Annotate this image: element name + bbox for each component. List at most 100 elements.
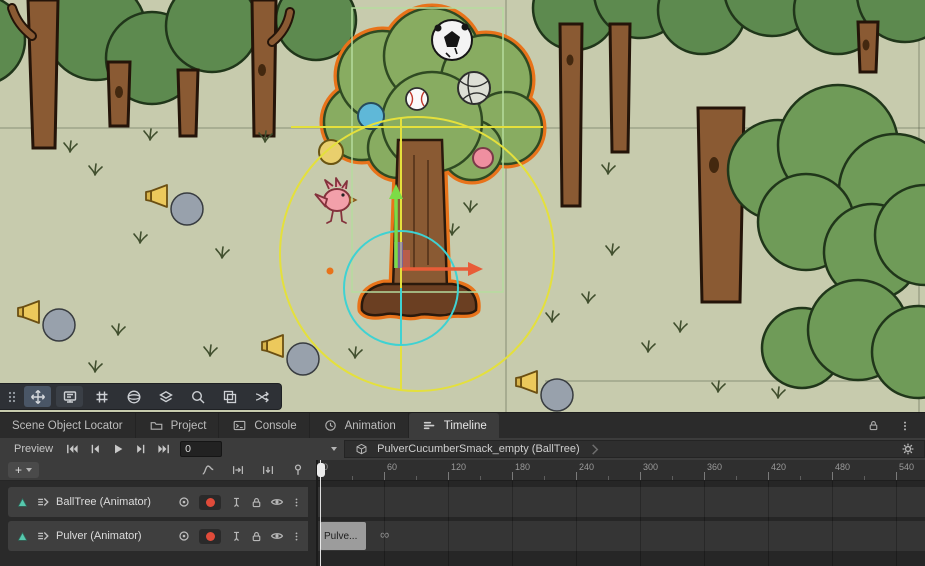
marker-icon[interactable]	[289, 462, 306, 479]
tab-label: Project	[171, 420, 207, 432]
soccer-ball[interactable]	[432, 20, 472, 60]
timeline-body: + BallTree (Animator)	[0, 460, 925, 566]
ruler-tick-label: 120	[451, 462, 466, 472]
scene-viewport[interactable]	[0, 0, 925, 412]
kebab-menu-icon[interactable]	[896, 417, 913, 434]
pin-icon[interactable]	[228, 528, 245, 545]
tab-timeline[interactable]: Timeline	[409, 413, 499, 438]
clip-edit-icon[interactable]	[259, 462, 276, 479]
playhead-handle[interactable]	[317, 463, 325, 477]
kebab-menu-icon[interactable]	[288, 494, 305, 511]
zoom-tool[interactable]	[184, 386, 211, 407]
tab-label: Timeline	[444, 420, 487, 432]
timeline-icon	[421, 417, 438, 434]
tab-label: Scene Object Locator	[12, 420, 123, 432]
grid-tool[interactable]	[88, 386, 115, 407]
ruler-tick-label: 300	[643, 462, 658, 472]
render-mode-tool[interactable]	[216, 386, 243, 407]
pink-ball[interactable]	[473, 148, 493, 168]
timeline-asset-icon	[353, 441, 370, 458]
scene-view[interactable]	[0, 0, 925, 412]
frame-value: 0	[185, 443, 191, 455]
eye-icon[interactable]	[268, 528, 285, 545]
kebab-menu-icon[interactable]	[288, 528, 305, 545]
track-header-balltree[interactable]: BallTree (Animator)	[8, 487, 308, 517]
curves-icon[interactable]	[199, 462, 216, 479]
ruler-major-ticks	[320, 472, 925, 480]
animator-icon	[34, 528, 51, 545]
record-dot	[206, 532, 215, 541]
ruler-tick-label: 60	[387, 462, 397, 472]
track-lane-balltree[interactable]	[318, 487, 925, 517]
ruler-tick-label: 540	[899, 462, 914, 472]
breadcrumb-text: PulverCucumberSmack_empty (BallTree)	[377, 443, 580, 455]
tab-project[interactable]: Project	[136, 413, 220, 438]
ruler-tick-label: 480	[835, 462, 850, 472]
editor-window: Scene Object Locator Project Console Ani…	[0, 0, 925, 566]
lock-icon[interactable]	[865, 417, 882, 434]
binding-icon[interactable]	[175, 494, 192, 511]
timeline-ruler[interactable]: 0 60 120 180 240 300 360 420 480 540	[318, 460, 925, 481]
clock-icon	[322, 417, 339, 434]
tab-label: Console	[254, 420, 296, 432]
tab-scene-object-locator[interactable]: Scene Object Locator	[0, 413, 136, 438]
preview-toggle[interactable]: Preview	[8, 442, 59, 457]
eye-icon[interactable]	[268, 494, 285, 511]
track-header-pulver[interactable]: Pulver (Animator)	[8, 521, 308, 551]
ruler-tick-label: 420	[771, 462, 786, 472]
chevron-down-icon	[26, 468, 32, 472]
track-color-icon	[14, 494, 31, 511]
baseball[interactable]	[406, 88, 428, 110]
lock-icon[interactable]	[248, 528, 265, 545]
previous-frame-button[interactable]	[84, 440, 105, 458]
chevron-down-icon	[331, 447, 337, 451]
volleyball[interactable]	[458, 72, 490, 104]
playhead[interactable]	[320, 460, 321, 566]
folder-icon	[148, 417, 165, 434]
tab-animation[interactable]: Animation	[310, 413, 409, 438]
binding-icon[interactable]	[175, 528, 192, 545]
timeline-toolbar: Preview 0 PulverCucumberSmack_empty (Bal…	[0, 438, 925, 460]
tabbar-right-controls	[865, 413, 925, 438]
next-frame-button[interactable]	[130, 440, 151, 458]
animator-icon	[34, 494, 51, 511]
console-icon	[231, 417, 248, 434]
ruler-tick-label: 360	[707, 462, 722, 472]
animation-clip[interactable]: Pulve...	[320, 522, 366, 550]
add-track-label: +	[15, 464, 22, 476]
record-dot	[206, 498, 215, 507]
gear-icon[interactable]	[899, 441, 916, 458]
track-headers: BallTree (Animator) Pulver (Animator)	[0, 481, 316, 566]
timeline-lanes[interactable]: Pulve... ∞	[318, 481, 925, 566]
shuffle-tool[interactable]	[248, 386, 275, 407]
clip-label: Pulve...	[324, 531, 357, 542]
timeline-header-icons	[199, 462, 306, 479]
go-to-end-button[interactable]	[153, 440, 174, 458]
timeline-options-caret[interactable]	[326, 440, 342, 458]
infinite-clip-indicator: ∞	[380, 528, 389, 541]
go-to-start-button[interactable]	[61, 440, 82, 458]
pin-icon[interactable]	[228, 494, 245, 511]
play-button[interactable]	[107, 440, 128, 458]
record-button[interactable]	[199, 495, 221, 510]
track-lane-pulver[interactable]: Pulve... ∞	[318, 521, 925, 551]
breadcrumb[interactable]: PulverCucumberSmack_empty (BallTree)	[344, 440, 925, 458]
lock-icon[interactable]	[248, 494, 265, 511]
timeline-content[interactable]: 0 60 120 180 240 300 360 420 480 540 Pul…	[318, 460, 925, 566]
chevron-right-icon	[587, 441, 604, 458]
move-tool[interactable]	[24, 386, 51, 407]
layers-tool[interactable]	[152, 386, 179, 407]
scene-toolbar	[0, 383, 282, 410]
ruler-tick-label: 240	[579, 462, 594, 472]
yellow-ball[interactable]	[319, 140, 343, 164]
add-track-button[interactable]: +	[8, 462, 39, 478]
track-label: BallTree (Animator)	[54, 496, 172, 508]
record-button[interactable]	[199, 529, 221, 544]
ruler-tick-label: 180	[515, 462, 530, 472]
sphere-tool[interactable]	[120, 386, 147, 407]
layout-board-tool[interactable]	[56, 386, 83, 407]
edit-mode-icon[interactable]	[229, 462, 246, 479]
frame-field[interactable]: 0	[180, 441, 222, 457]
tab-console[interactable]: Console	[219, 413, 309, 438]
drag-handle-icon[interactable]	[5, 386, 19, 407]
